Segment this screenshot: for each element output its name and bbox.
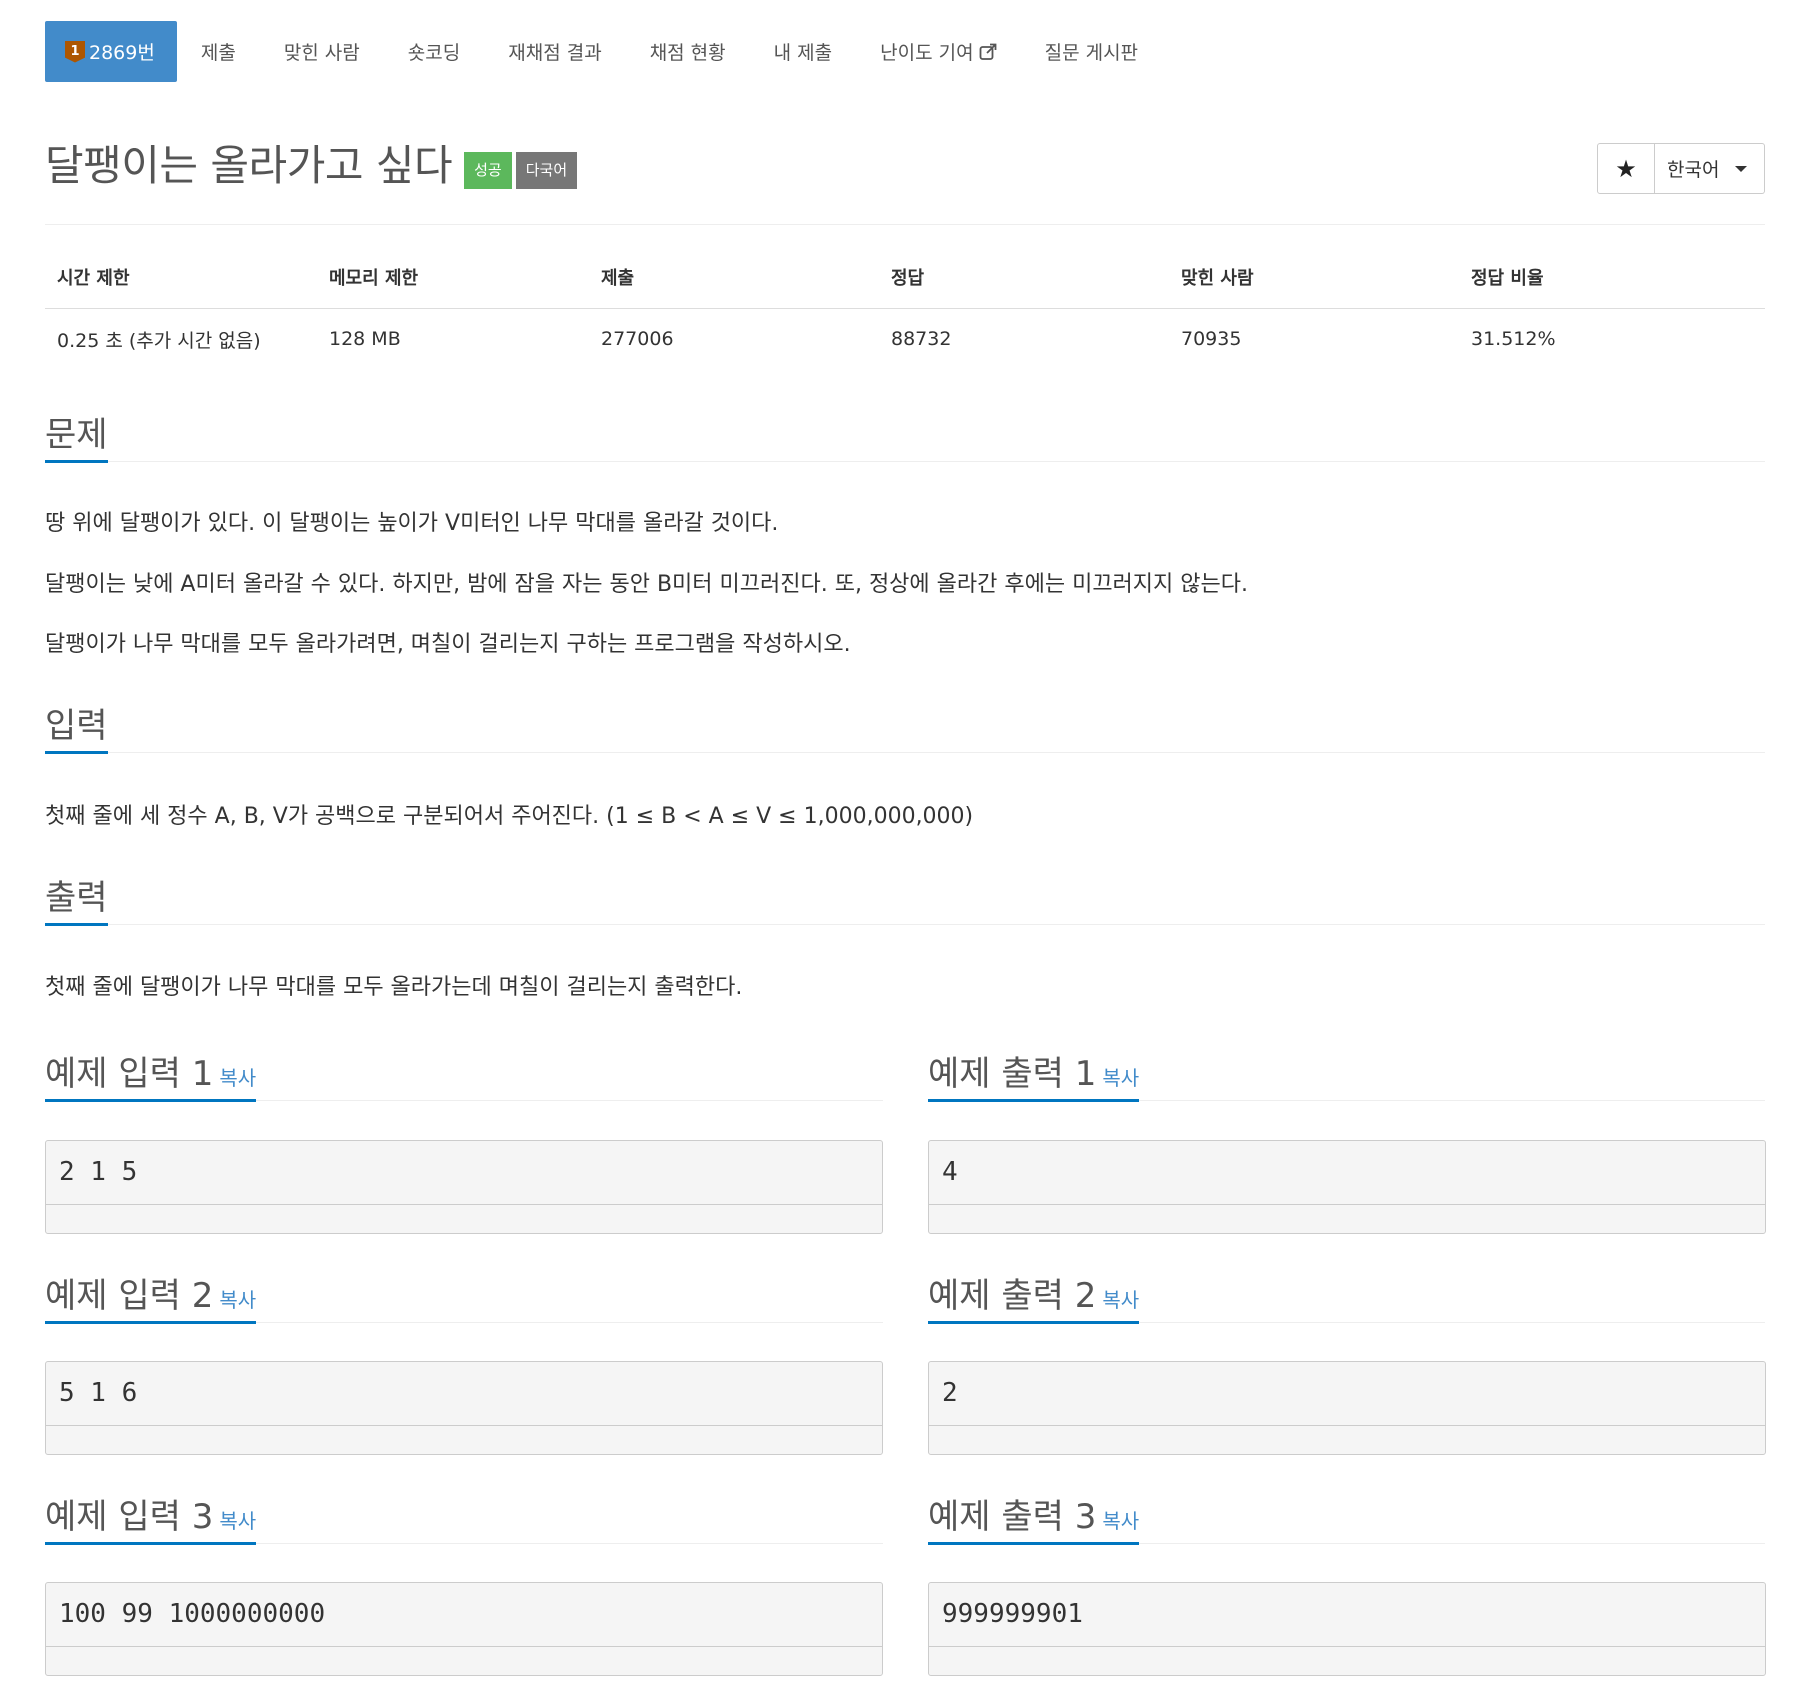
submissions-value: 277006	[601, 328, 674, 351]
sample-output-1-headline: 예제 출력 1 복사	[928, 1048, 1765, 1102]
copy-sample-output-3-button[interactable]: 복사	[1102, 1509, 1139, 1533]
tab-judge-status[interactable]: 채점 현황	[626, 21, 750, 82]
input-headline: 입력	[45, 698, 1765, 754]
tab-submit-label: 제출	[200, 42, 236, 64]
accept-ratio-header: 정답 비율	[1459, 264, 1765, 309]
sample-output-1-code: 4	[929, 1141, 1765, 1205]
tab-problem[interactable]: 1 2869번	[45, 21, 177, 82]
sample-input-3-headline: 예제 입력 3 복사	[45, 1491, 883, 1545]
sample-input-3-box[interactable]: 100 99 1000000000	[45, 1582, 883, 1676]
solved-users-header: 맞힌 사람	[1169, 264, 1459, 309]
sample-output-2-title: 예제 출력 2	[928, 1276, 1097, 1316]
sample-output-1-title: 예제 출력 1	[928, 1054, 1097, 1094]
tab-difficulty-contribution-label: 난이도 기여	[880, 42, 974, 64]
sample-input-2-box[interactable]: 5 1 6	[45, 1361, 883, 1455]
title-button-group: ★ 한국어	[1597, 143, 1765, 194]
memory-limit-header: 메모리 제한	[317, 264, 589, 309]
tab-accepted-users-label: 맞힌 사람	[283, 42, 360, 64]
tab-judge-status-label: 채점 현황	[649, 42, 726, 64]
favorite-star-button[interactable]: ★	[1597, 143, 1655, 194]
accepted-header: 정답	[879, 264, 1169, 309]
input-title: 입력	[45, 698, 108, 754]
submissions-header: 제출	[589, 264, 879, 309]
sample-output-2-code: 2	[929, 1362, 1765, 1426]
sample-output-3-box[interactable]: 999999901	[928, 1582, 1766, 1676]
multilang-badge: 다국어	[515, 152, 578, 189]
tab-submit[interactable]: 제출	[177, 21, 260, 82]
tab-short-coding-label: 숏코딩	[407, 42, 461, 64]
sample-output-1-box[interactable]: 4	[928, 1140, 1766, 1234]
title-divider	[45, 224, 1765, 225]
problem-title: 달팽이는 올라가고 싶다	[45, 141, 453, 190]
problem-page: 1 2869번 제출 맞힌 사람 숏코딩 재채점 결과 채점 현황 내 제출 난…	[0, 0, 1810, 1704]
description-title: 문제	[45, 407, 108, 463]
tab-accepted-users[interactable]: 맞힌 사람	[260, 21, 384, 82]
sample-output-3-headline: 예제 출력 3 복사	[928, 1491, 1765, 1545]
sample-output-2-headline: 예제 출력 2 복사	[928, 1270, 1765, 1324]
problem-title-row: 달팽이는 올라가고 싶다 성공 다국어	[45, 140, 578, 192]
sample-input-1-title: 예제 입력 1	[45, 1054, 214, 1094]
tab-rejudge-results-label: 재채점 결과	[508, 42, 602, 64]
tab-difficulty-contribution[interactable]: 난이도 기여	[856, 21, 1020, 82]
tab-rejudge-results[interactable]: 재채점 결과	[484, 21, 625, 82]
output-headline: 출력	[45, 870, 1765, 926]
solved-users-value: 70935	[1181, 328, 1242, 351]
output-title: 출력	[45, 870, 108, 926]
external-link-icon	[979, 43, 996, 60]
status-badge-success: 성공	[464, 152, 512, 189]
info-value-row: 0.25 초 (추가 시간 없음) 128 MB 277006 88732 70…	[45, 308, 1765, 370]
sample-input-1-headline: 예제 입력 1 복사	[45, 1048, 883, 1102]
memory-limit-value: 128 MB	[329, 328, 401, 351]
sample-input-2-code: 5 1 6	[46, 1362, 882, 1426]
sample-input-1-box[interactable]: 2 1 5	[45, 1140, 883, 1234]
info-header-row: 시간 제한 메모리 제한 제출 정답 맞힌 사람 정답 비율	[45, 264, 1765, 309]
caret-down-icon	[1735, 165, 1748, 172]
time-limit-value: 0.25 초 (추가 시간 없음)	[57, 329, 261, 352]
copy-sample-input-2-button[interactable]: 복사	[219, 1288, 256, 1312]
output-description: 첫째 줄에 달팽이가 나무 막대를 모두 올라가는데 며칠이 걸리는지 출력한다…	[45, 975, 743, 1000]
sample-input-2-title: 예제 입력 2	[45, 1276, 214, 1316]
copy-sample-input-1-button[interactable]: 복사	[219, 1066, 256, 1090]
problem-menu-tabs: 1 2869번 제출 맞힌 사람 숏코딩 재채점 결과 채점 현황 내 제출 난…	[45, 21, 1162, 82]
description-paragraph-3: 달팽이가 나무 막대를 모두 올라가려면, 며칠이 걸리는지 구하는 프로그램을…	[45, 632, 851, 657]
sample-output-3-code: 999999901	[929, 1583, 1765, 1647]
tab-short-coding[interactable]: 숏코딩	[384, 21, 484, 82]
language-dropdown-label: 한국어	[1667, 159, 1720, 181]
sample-input-1-code: 2 1 5	[46, 1141, 882, 1205]
sample-input-3-title: 예제 입력 3	[45, 1497, 214, 1537]
time-limit-header: 시간 제한	[45, 264, 317, 309]
description-paragraph-2: 달팽이는 낮에 A미터 올라갈 수 있다. 하지만, 밤에 잠을 자는 동안 B…	[45, 572, 1248, 597]
sample-output-2-box[interactable]: 2	[928, 1361, 1766, 1455]
accept-ratio-value: 31.512%	[1471, 328, 1556, 351]
star-icon: ★	[1615, 154, 1637, 183]
sample-input-2-headline: 예제 입력 2 복사	[45, 1270, 883, 1324]
problem-info-table: 시간 제한 메모리 제한 제출 정답 맞힌 사람 정답 비율 0.25 초 (추…	[45, 264, 1765, 370]
tab-my-submissions-label: 내 제출	[773, 42, 833, 64]
tab-problem-label: 2869번	[89, 42, 155, 64]
sample-input-3-code: 100 99 1000000000	[46, 1583, 882, 1647]
tab-question-board[interactable]: 질문 게시판	[1021, 21, 1162, 82]
tab-question-board-label: 질문 게시판	[1044, 42, 1139, 64]
description-paragraph-1: 땅 위에 달팽이가 있다. 이 달팽이는 높이가 V미터인 나무 막대를 올라갈…	[45, 511, 779, 536]
input-description: 첫째 줄에 세 정수 A, B, V가 공백으로 구분되어서 주어진다. (1 …	[45, 804, 974, 829]
tab-my-submissions[interactable]: 내 제출	[750, 21, 856, 82]
sample-output-3-title: 예제 출력 3	[928, 1497, 1097, 1537]
tier-badge-icon: 1	[65, 40, 85, 63]
copy-sample-input-3-button[interactable]: 복사	[219, 1509, 256, 1533]
language-dropdown[interactable]: 한국어	[1655, 143, 1765, 194]
copy-sample-output-1-button[interactable]: 복사	[1102, 1066, 1139, 1090]
copy-sample-output-2-button[interactable]: 복사	[1102, 1288, 1139, 1312]
accepted-value: 88732	[891, 328, 952, 351]
description-headline: 문제	[45, 407, 1765, 463]
